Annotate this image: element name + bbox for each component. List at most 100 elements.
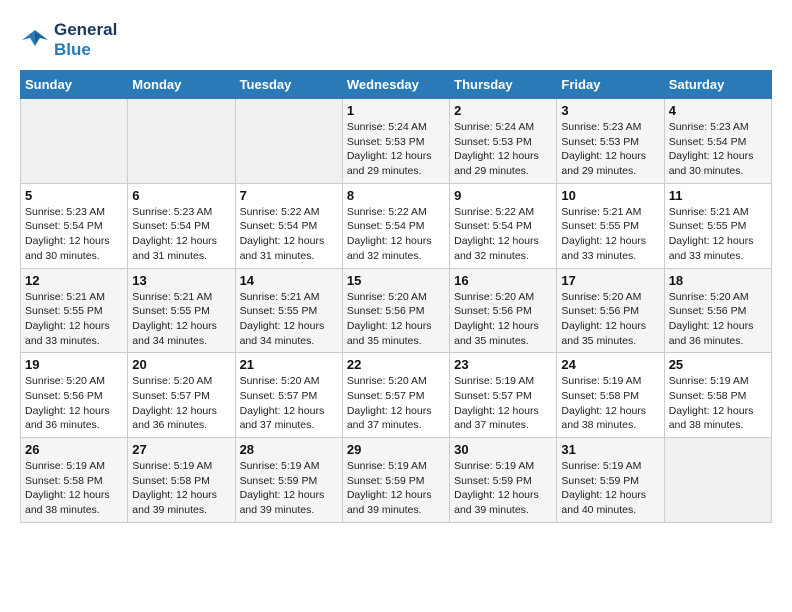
day-sunrise: Sunrise: 5:24 AM — [454, 120, 552, 135]
calendar-cell: 11 Sunrise: 5:21 AM Sunset: 5:55 PM Dayl… — [664, 183, 771, 268]
day-daylight: Daylight: 12 hours and 37 minutes. — [347, 404, 445, 433]
day-sunrise: Sunrise: 5:20 AM — [240, 374, 338, 389]
calendar-cell: 13 Sunrise: 5:21 AM Sunset: 5:55 PM Dayl… — [128, 268, 235, 353]
day-daylight: Daylight: 12 hours and 32 minutes. — [454, 234, 552, 263]
day-number: 12 — [25, 273, 123, 288]
day-daylight: Daylight: 12 hours and 29 minutes. — [454, 149, 552, 178]
day-daylight: Daylight: 12 hours and 33 minutes. — [669, 234, 767, 263]
day-sunrise: Sunrise: 5:19 AM — [347, 459, 445, 474]
day-sunrise: Sunrise: 5:21 AM — [240, 290, 338, 305]
day-sunset: Sunset: 5:55 PM — [240, 304, 338, 319]
calendar-week-3: 12 Sunrise: 5:21 AM Sunset: 5:55 PM Dayl… — [21, 268, 772, 353]
day-number: 17 — [561, 273, 659, 288]
day-number: 22 — [347, 357, 445, 372]
day-sunset: Sunset: 5:54 PM — [132, 219, 230, 234]
day-daylight: Daylight: 12 hours and 31 minutes. — [132, 234, 230, 263]
day-number: 28 — [240, 442, 338, 457]
day-number: 6 — [132, 188, 230, 203]
calendar-cell: 20 Sunrise: 5:20 AM Sunset: 5:57 PM Dayl… — [128, 353, 235, 438]
day-sunset: Sunset: 5:56 PM — [347, 304, 445, 319]
day-sunrise: Sunrise: 5:20 AM — [669, 290, 767, 305]
day-daylight: Daylight: 12 hours and 39 minutes. — [454, 488, 552, 517]
day-daylight: Daylight: 12 hours and 38 minutes. — [561, 404, 659, 433]
day-sunset: Sunset: 5:58 PM — [561, 389, 659, 404]
day-sunset: Sunset: 5:59 PM — [240, 474, 338, 489]
logo-icon — [20, 26, 50, 54]
day-number: 31 — [561, 442, 659, 457]
day-daylight: Daylight: 12 hours and 31 minutes. — [240, 234, 338, 263]
calendar-cell: 2 Sunrise: 5:24 AM Sunset: 5:53 PM Dayli… — [450, 99, 557, 184]
calendar-cell — [21, 99, 128, 184]
day-daylight: Daylight: 12 hours and 39 minutes. — [132, 488, 230, 517]
calendar-cell: 1 Sunrise: 5:24 AM Sunset: 5:53 PM Dayli… — [342, 99, 449, 184]
calendar-cell: 14 Sunrise: 5:21 AM Sunset: 5:55 PM Dayl… — [235, 268, 342, 353]
calendar-table: SundayMondayTuesdayWednesdayThursdayFrid… — [20, 70, 772, 523]
day-number: 19 — [25, 357, 123, 372]
day-sunset: Sunset: 5:57 PM — [454, 389, 552, 404]
day-number: 29 — [347, 442, 445, 457]
day-sunset: Sunset: 5:56 PM — [25, 389, 123, 404]
day-sunset: Sunset: 5:54 PM — [25, 219, 123, 234]
day-number: 5 — [25, 188, 123, 203]
day-sunset: Sunset: 5:59 PM — [347, 474, 445, 489]
calendar-cell: 21 Sunrise: 5:20 AM Sunset: 5:57 PM Dayl… — [235, 353, 342, 438]
day-number: 4 — [669, 103, 767, 118]
day-number: 10 — [561, 188, 659, 203]
day-sunset: Sunset: 5:56 PM — [669, 304, 767, 319]
day-number: 30 — [454, 442, 552, 457]
calendar-cell: 23 Sunrise: 5:19 AM Sunset: 5:57 PM Dayl… — [450, 353, 557, 438]
day-daylight: Daylight: 12 hours and 36 minutes. — [669, 319, 767, 348]
day-number: 27 — [132, 442, 230, 457]
day-number: 11 — [669, 188, 767, 203]
calendar-cell: 31 Sunrise: 5:19 AM Sunset: 5:59 PM Dayl… — [557, 438, 664, 523]
day-daylight: Daylight: 12 hours and 32 minutes. — [347, 234, 445, 263]
day-sunset: Sunset: 5:56 PM — [561, 304, 659, 319]
header: General Blue — [20, 20, 772, 60]
day-sunrise: Sunrise: 5:19 AM — [669, 374, 767, 389]
header-tuesday: Tuesday — [235, 71, 342, 99]
header-wednesday: Wednesday — [342, 71, 449, 99]
day-sunset: Sunset: 5:54 PM — [347, 219, 445, 234]
day-number: 15 — [347, 273, 445, 288]
calendar-cell: 10 Sunrise: 5:21 AM Sunset: 5:55 PM Dayl… — [557, 183, 664, 268]
day-daylight: Daylight: 12 hours and 29 minutes. — [561, 149, 659, 178]
day-sunrise: Sunrise: 5:20 AM — [347, 290, 445, 305]
day-sunrise: Sunrise: 5:23 AM — [132, 205, 230, 220]
day-sunset: Sunset: 5:58 PM — [25, 474, 123, 489]
day-daylight: Daylight: 12 hours and 34 minutes. — [132, 319, 230, 348]
day-sunrise: Sunrise: 5:20 AM — [454, 290, 552, 305]
calendar-body: 1 Sunrise: 5:24 AM Sunset: 5:53 PM Dayli… — [21, 99, 772, 523]
day-number: 20 — [132, 357, 230, 372]
day-number: 16 — [454, 273, 552, 288]
day-number: 13 — [132, 273, 230, 288]
day-sunrise: Sunrise: 5:20 AM — [347, 374, 445, 389]
day-sunrise: Sunrise: 5:19 AM — [561, 374, 659, 389]
day-daylight: Daylight: 12 hours and 33 minutes. — [561, 234, 659, 263]
calendar-week-1: 1 Sunrise: 5:24 AM Sunset: 5:53 PM Dayli… — [21, 99, 772, 184]
day-sunrise: Sunrise: 5:22 AM — [240, 205, 338, 220]
calendar-cell: 25 Sunrise: 5:19 AM Sunset: 5:58 PM Dayl… — [664, 353, 771, 438]
day-number: 26 — [25, 442, 123, 457]
day-daylight: Daylight: 12 hours and 38 minutes. — [25, 488, 123, 517]
day-sunrise: Sunrise: 5:24 AM — [347, 120, 445, 135]
day-daylight: Daylight: 12 hours and 35 minutes. — [454, 319, 552, 348]
day-sunrise: Sunrise: 5:22 AM — [347, 205, 445, 220]
day-daylight: Daylight: 12 hours and 34 minutes. — [240, 319, 338, 348]
header-saturday: Saturday — [664, 71, 771, 99]
day-sunrise: Sunrise: 5:20 AM — [561, 290, 659, 305]
calendar-cell: 17 Sunrise: 5:20 AM Sunset: 5:56 PM Dayl… — [557, 268, 664, 353]
day-daylight: Daylight: 12 hours and 36 minutes. — [25, 404, 123, 433]
calendar-cell: 30 Sunrise: 5:19 AM Sunset: 5:59 PM Dayl… — [450, 438, 557, 523]
calendar-cell: 9 Sunrise: 5:22 AM Sunset: 5:54 PM Dayli… — [450, 183, 557, 268]
day-number: 3 — [561, 103, 659, 118]
day-sunset: Sunset: 5:59 PM — [454, 474, 552, 489]
calendar-week-4: 19 Sunrise: 5:20 AM Sunset: 5:56 PM Dayl… — [21, 353, 772, 438]
day-sunset: Sunset: 5:57 PM — [347, 389, 445, 404]
calendar-cell: 8 Sunrise: 5:22 AM Sunset: 5:54 PM Dayli… — [342, 183, 449, 268]
day-number: 24 — [561, 357, 659, 372]
day-sunrise: Sunrise: 5:23 AM — [25, 205, 123, 220]
day-sunrise: Sunrise: 5:23 AM — [669, 120, 767, 135]
day-daylight: Daylight: 12 hours and 35 minutes. — [561, 319, 659, 348]
calendar-cell: 27 Sunrise: 5:19 AM Sunset: 5:58 PM Dayl… — [128, 438, 235, 523]
calendar-week-2: 5 Sunrise: 5:23 AM Sunset: 5:54 PM Dayli… — [21, 183, 772, 268]
